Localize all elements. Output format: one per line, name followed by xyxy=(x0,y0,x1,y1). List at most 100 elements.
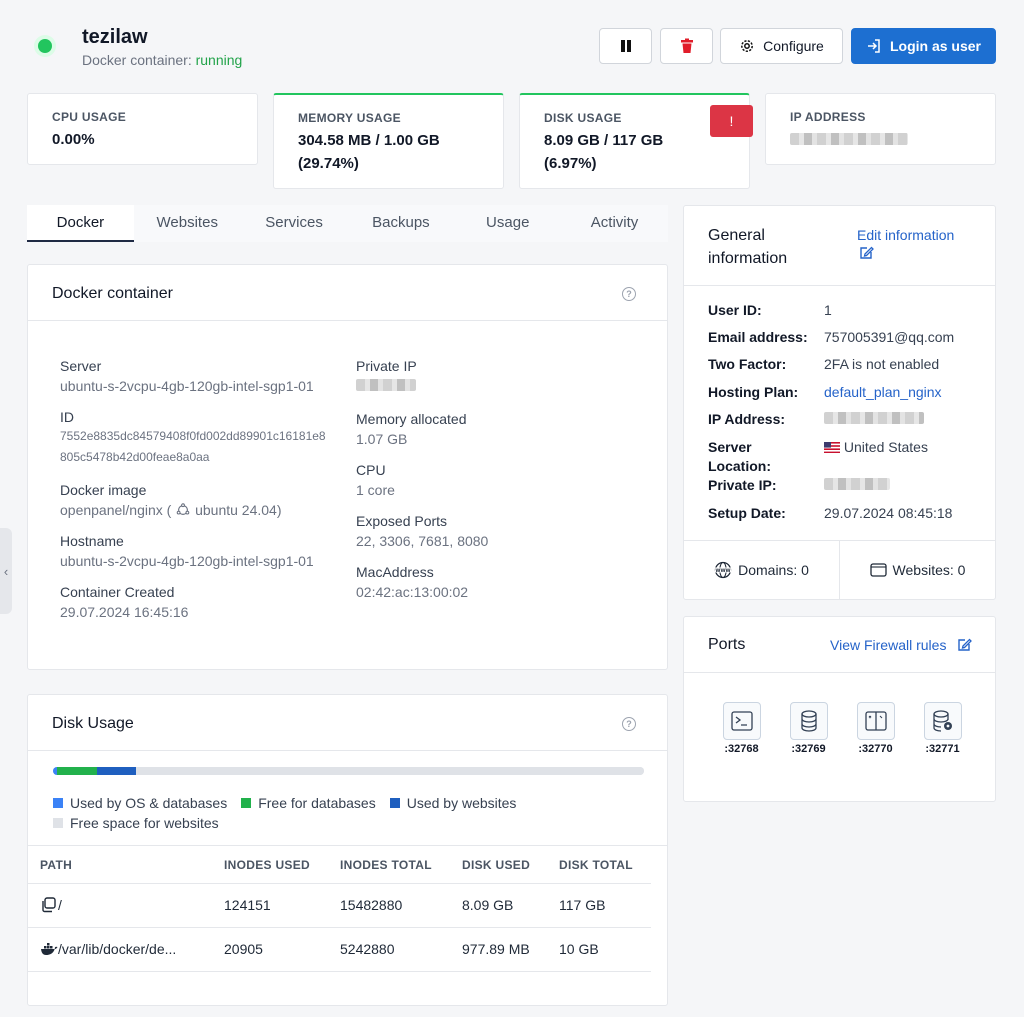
ports-list: :32768 :32769 :32770 :32771 xyxy=(719,702,965,755)
tab-docker[interactable]: Docker xyxy=(27,205,134,242)
copy-icon[interactable] xyxy=(40,897,58,913)
port-number: :32771 xyxy=(925,743,960,755)
divider xyxy=(684,285,995,286)
table-header-row: PATH INODES USED INODES TOTAL DISK USED … xyxy=(28,847,651,884)
port-number: :32770 xyxy=(858,743,893,755)
help-icon[interactable]: ? xyxy=(622,717,636,731)
websites-label: Websites: 0 xyxy=(892,562,966,578)
delete-button[interactable] xyxy=(660,28,713,64)
server-location-key-line1: Server xyxy=(708,439,752,455)
email-value: 757005391@qq.com xyxy=(824,329,955,345)
port-number: :32768 xyxy=(724,743,759,755)
login-as-user-button[interactable]: Login as user xyxy=(851,28,996,64)
port-item[interactable]: :32768 xyxy=(719,702,764,755)
tab-usage[interactable]: Usage xyxy=(454,205,562,242)
tab-activity[interactable]: Activity xyxy=(561,205,668,242)
inodes-used-cell: 20905 xyxy=(212,927,328,972)
cpu-label: CPU xyxy=(356,462,386,478)
memory-allocated-value: 1.07 GB xyxy=(356,431,408,447)
id-value-line2: 805c5478b42d00feae8a0aa xyxy=(60,450,210,464)
port-item[interactable]: :32770 xyxy=(853,702,898,755)
docker-image-value: openpanel/nginx ( ubuntu 24.04) xyxy=(60,502,350,518)
divider xyxy=(684,672,995,673)
legend-free-websites: Free space for websites xyxy=(53,813,219,833)
docker-details-right: Private IP Memory allocated 1.07 GB CPU … xyxy=(356,358,646,600)
legend-os-databases: Used by OS & databases xyxy=(53,793,227,813)
page-title: tezilaw xyxy=(82,26,148,48)
server-value: ubuntu-s-2vcpu-4gb-120gb-intel-sgp1-01 xyxy=(60,378,314,394)
port-number: :32769 xyxy=(791,743,826,755)
general-info-list: User ID: 1 Email address: 757005391@qq.com… xyxy=(708,302,988,532)
legend-label: Free space for websites xyxy=(70,815,219,831)
info-row-server-location: Server Location: United States xyxy=(708,438,988,477)
database-settings-icon xyxy=(932,710,952,732)
help-icon[interactable]: ? xyxy=(622,287,636,301)
tab-services[interactable]: Services xyxy=(240,205,348,242)
legend-free-databases: Free for databases xyxy=(241,793,376,813)
websites-count[interactable]: Websites: 0 xyxy=(840,541,995,599)
disk-alert-badge[interactable]: ! xyxy=(710,105,753,137)
edit-icon xyxy=(859,246,874,259)
cpu-value: 1 core xyxy=(356,482,395,498)
mac-address-value: 02:42:ac:13:00:02 xyxy=(356,584,469,600)
docker-image-label: Docker image xyxy=(60,482,147,498)
info-row-private-ip: Private IP: xyxy=(708,477,988,505)
docker-image-name: openpanel/nginx ( xyxy=(60,502,172,518)
column-header: INODES TOTAL xyxy=(328,847,450,884)
info-row-hosting-plan: Hosting Plan: default_plan_nginx xyxy=(708,384,988,411)
pause-button[interactable] xyxy=(599,28,652,64)
ip-address-redacted xyxy=(824,412,924,424)
domains-count[interactable]: WWW Domains: 0 xyxy=(684,541,839,599)
us-flag-icon xyxy=(824,442,840,453)
cpu-usage-label: CPU USAGE xyxy=(52,110,127,124)
cpu-usage-value: 0.00% xyxy=(52,131,95,148)
hosting-plan-link[interactable]: default_plan_nginx xyxy=(824,384,942,411)
domains-label: Domains: 0 xyxy=(738,562,809,578)
server-location-text: United States xyxy=(843,439,928,455)
tab-websites[interactable]: Websites xyxy=(133,205,241,242)
legend-swatch xyxy=(53,818,63,828)
view-firewall-rules-link[interactable]: View Firewall rules xyxy=(830,637,973,653)
disk-usage-amount: 8.09 GB / 117 GB xyxy=(544,132,664,149)
ip-address-redacted xyxy=(790,133,908,145)
globe-icon: WWW xyxy=(714,561,732,579)
hostname-label: Hostname xyxy=(60,533,124,549)
docker-container-panel: Docker container ? Server ubuntu-s-2vcpu… xyxy=(27,264,668,670)
hostname-value: ubuntu-s-2vcpu-4gb-120gb-intel-sgp1-01 xyxy=(60,553,314,569)
port-item[interactable]: :32769 xyxy=(786,702,831,755)
legend-swatch xyxy=(389,798,400,808)
pause-icon xyxy=(620,40,631,52)
column-header: DISK TOTAL xyxy=(547,847,651,884)
divider xyxy=(28,845,667,846)
svg-text:WWW: WWW xyxy=(715,568,730,574)
disk-usage-title: Disk Usage xyxy=(52,715,134,732)
edit-information-link[interactable]: Edit information xyxy=(857,227,954,264)
ports-panel: Ports View Firewall rules :32768 :32769 … xyxy=(683,616,996,802)
email-key: Email address: xyxy=(708,329,808,345)
login-label: Login as user xyxy=(889,38,982,54)
table-row: /var/lib/docker/de... 20905 5242880 977.… xyxy=(28,927,651,972)
server-location-value: United States xyxy=(824,438,928,477)
ip-address-card: IP ADDRESS xyxy=(765,93,996,165)
legend-label: Free for databases xyxy=(258,795,376,811)
path-value: /var/lib/docker/de... xyxy=(58,941,177,957)
table-row: / 124151 15482880 8.09 GB 117 GB xyxy=(28,883,651,928)
legend-label: Used by websites xyxy=(406,795,517,811)
container-status-prefix: Docker container: xyxy=(82,52,192,68)
ip-address-key: IP Address: xyxy=(708,411,786,427)
port-item[interactable]: :32771 xyxy=(920,702,965,755)
docker-icon xyxy=(41,943,58,955)
column-header: DISK USED xyxy=(450,847,547,884)
tab-backups[interactable]: Backups xyxy=(347,205,455,242)
disk-usage-percent: (6.97%) xyxy=(544,155,597,172)
disk-usage-value: 8.09 GB / 117 GB (6.97%) xyxy=(544,129,725,175)
firewall-rules-label: View Firewall rules xyxy=(830,637,947,653)
general-info-title-line2: information xyxy=(708,250,788,267)
sidebar-toggle[interactable]: ‹ xyxy=(0,528,12,614)
private-ip-label: Private IP xyxy=(356,358,417,374)
mac-address-label: MacAddress xyxy=(356,564,434,580)
file-manager-icon xyxy=(864,711,887,731)
docker-details-left: Server ubuntu-s-2vcpu-4gb-120gb-intel-sg… xyxy=(60,358,350,620)
configure-button[interactable]: Configure xyxy=(720,28,843,64)
server-location-key: Server Location: xyxy=(708,438,824,477)
